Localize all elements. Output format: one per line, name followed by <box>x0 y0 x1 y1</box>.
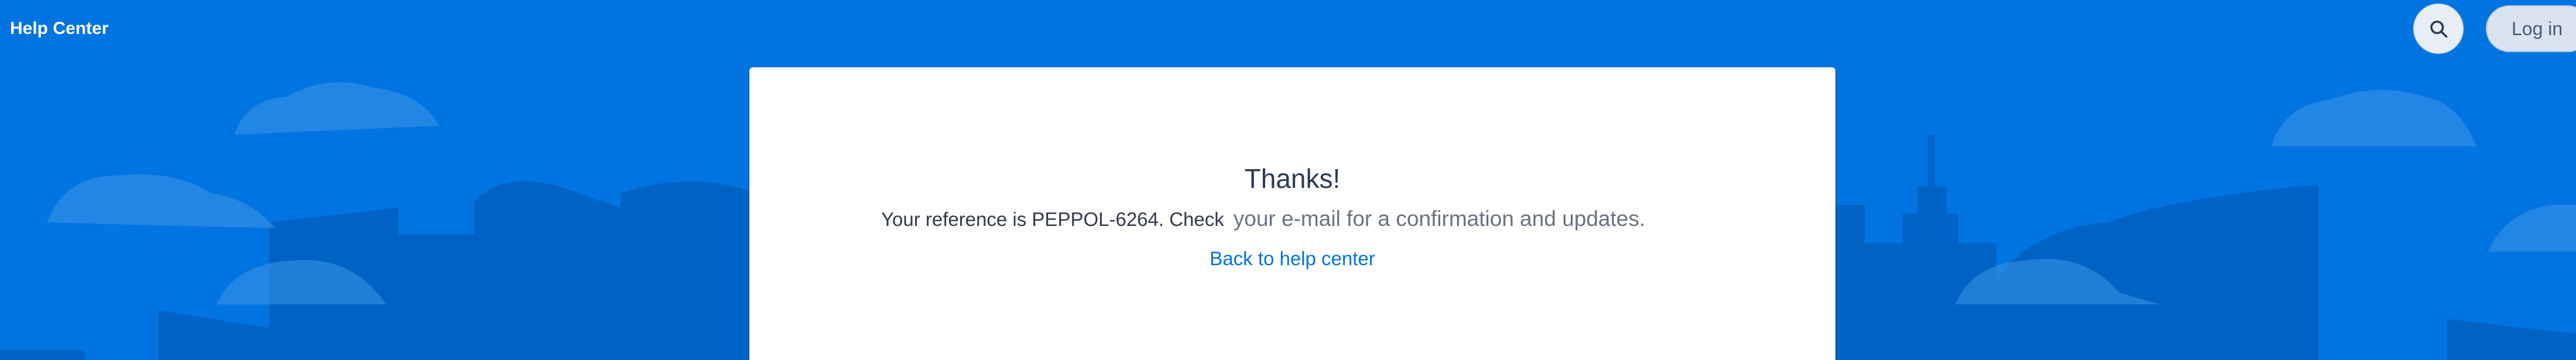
top-header: Help Center Log in <box>0 0 2576 59</box>
confirmation-card: Thanks! Your reference is PEPPOL-6264. C… <box>749 67 1835 360</box>
message-reference: Your reference is PEPPOL-6264. Check <box>881 208 1224 230</box>
search-icon <box>2430 20 2448 38</box>
message-instructions: your e-mail for a confirmation and updat… <box>1233 207 1646 231</box>
right-skyline <box>1835 135 2576 360</box>
search-button[interactable] <box>2413 4 2464 54</box>
confirmation-message: Your reference is PEPPOL-6264. Check your… <box>881 207 1645 231</box>
confirmation-title: Thanks! <box>1244 163 1341 194</box>
login-button[interactable]: Log in <box>2486 5 2576 52</box>
back-to-help-center-link[interactable]: Back to help center <box>749 248 1835 270</box>
brand-title[interactable]: Help Center <box>10 19 108 39</box>
